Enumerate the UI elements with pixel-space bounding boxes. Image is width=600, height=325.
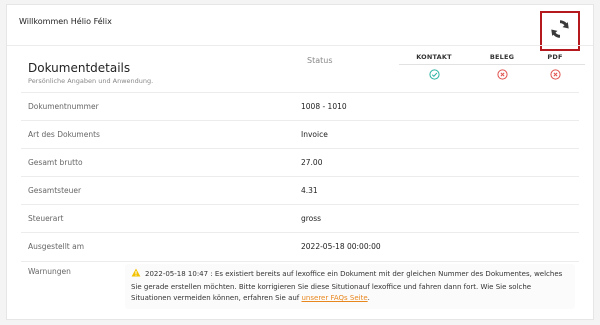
detail-row-warnungen: Warnungen 2022-05-18 10:47 : Es existier… — [21, 261, 579, 311]
detail-row-dokumentnummer: Dokumentnummer 1008 - 1010 — [21, 92, 579, 120]
detail-row-ausgestellt: Ausgestellt am 2022-05-18 00:00:00 — [21, 232, 579, 260]
detail-value: 27.00 — [301, 158, 323, 167]
warning-timestamp: 2022-05-18 10:47 — [145, 270, 209, 278]
check-circle-icon — [428, 65, 440, 80]
welcome-text: Willkommen Hélio Félix — [19, 17, 112, 26]
warnings-label: Warnungen — [28, 267, 71, 276]
detail-value: Invoice — [301, 130, 328, 139]
status-kontakt: KONTAKT — [399, 53, 469, 80]
status-kontakt-label: KONTAKT — [416, 53, 452, 61]
detail-row-art: Art des Dokuments Invoice — [21, 120, 579, 148]
warning-triangle-icon — [131, 268, 141, 282]
document-panel: Willkommen Hélio Félix Dokumentdetails P… — [6, 4, 594, 320]
faq-link[interactable]: unserer FAQs Seite — [302, 294, 368, 302]
detail-row-steuerart: Steuerart gross — [21, 204, 579, 232]
detail-row-gesamtsteuer: Gesamtsteuer 4.31 — [21, 176, 579, 204]
sync-icon — [549, 18, 571, 44]
x-circle-icon — [549, 65, 561, 80]
detail-row-gesamt-brutto: Gesamt brutto 27.00 — [21, 148, 579, 176]
warning-message-end: . — [367, 294, 370, 302]
detail-label: Dokumentnummer — [28, 102, 99, 111]
detail-value: 1008 - 1010 — [301, 102, 347, 111]
detail-label: Gesamt brutto — [28, 158, 83, 167]
status-pdf: PDF — [520, 53, 590, 80]
section-subtitle: Persönliche Angaben und Anwendung. — [28, 77, 154, 85]
status-pdf-label: PDF — [547, 53, 563, 61]
header-divider — [7, 45, 593, 46]
warning-box: 2022-05-18 10:47 : Es existiert bereits … — [125, 264, 575, 309]
x-circle-icon — [496, 65, 508, 80]
detail-label: Steuerart — [28, 214, 64, 223]
status-label: Status — [307, 56, 333, 65]
detail-value: 2022-05-18 00:00:00 — [301, 242, 381, 251]
detail-label: Gesamtsteuer — [28, 186, 82, 195]
section-title: Dokumentdetails — [28, 61, 131, 75]
warning-text: 2022-05-18 10:47 : Es existiert bereits … — [131, 268, 569, 305]
detail-value: 4.31 — [301, 186, 318, 195]
detail-label: Ausgestellt am — [28, 242, 85, 251]
detail-value: gross — [301, 214, 322, 223]
detail-label: Art des Dokuments — [28, 130, 100, 139]
